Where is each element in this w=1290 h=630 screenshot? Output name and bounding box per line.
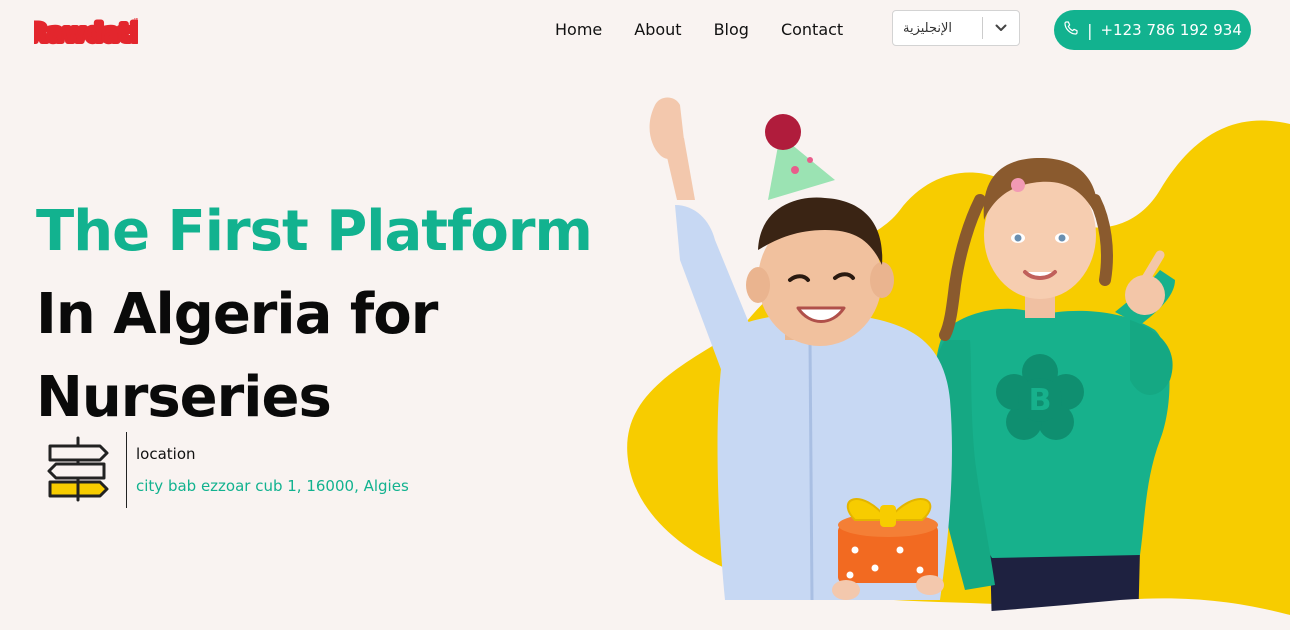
- hero-title-line-1: The First Platform: [36, 199, 593, 264]
- phone-icon: [1063, 20, 1079, 40]
- hero-illustration: B: [600, 97, 1290, 630]
- nav-contact[interactable]: Contact: [781, 19, 843, 41]
- nav-home[interactable]: Home: [555, 19, 602, 41]
- hero-title-line-3: Nurseries: [36, 365, 332, 430]
- language-select-value: الإنجليزية: [903, 20, 953, 36]
- phone-button[interactable]: | +123 786 192 934: [1054, 10, 1251, 50]
- logo-text: Rawdati: [34, 19, 138, 47]
- location-label: location: [136, 445, 196, 463]
- rawdati-logo-graphic: Rawdati Rawdati ™: [26, 16, 142, 50]
- signpost-icon: [44, 436, 112, 502]
- phone-separator: |: [1087, 20, 1093, 40]
- brand-logo[interactable]: Rawdati Rawdati ™: [26, 12, 142, 50]
- sweater-badge-letter: B: [1029, 383, 1052, 418]
- main-nav: Home About Blog Contact: [555, 19, 843, 41]
- chevron-down-icon: [983, 24, 1019, 32]
- location-text: location city bab ezzoar cub 1, 16000, A…: [127, 432, 409, 508]
- hero-title: The First Platform In Algeria for Nurser…: [36, 190, 593, 439]
- nav-about[interactable]: About: [634, 19, 681, 41]
- logo-trademark: ™: [133, 17, 138, 25]
- location-address: city bab ezzoar cub 1, 16000, Algies: [136, 477, 409, 495]
- location-block: location city bab ezzoar cub 1, 16000, A…: [44, 432, 409, 508]
- nav-blog[interactable]: Blog: [714, 19, 749, 41]
- phone-number: +123 786 192 934: [1100, 21, 1242, 39]
- language-select[interactable]: الإنجليزية: [892, 10, 1020, 46]
- hero-title-line-2: In Algeria for: [36, 282, 438, 347]
